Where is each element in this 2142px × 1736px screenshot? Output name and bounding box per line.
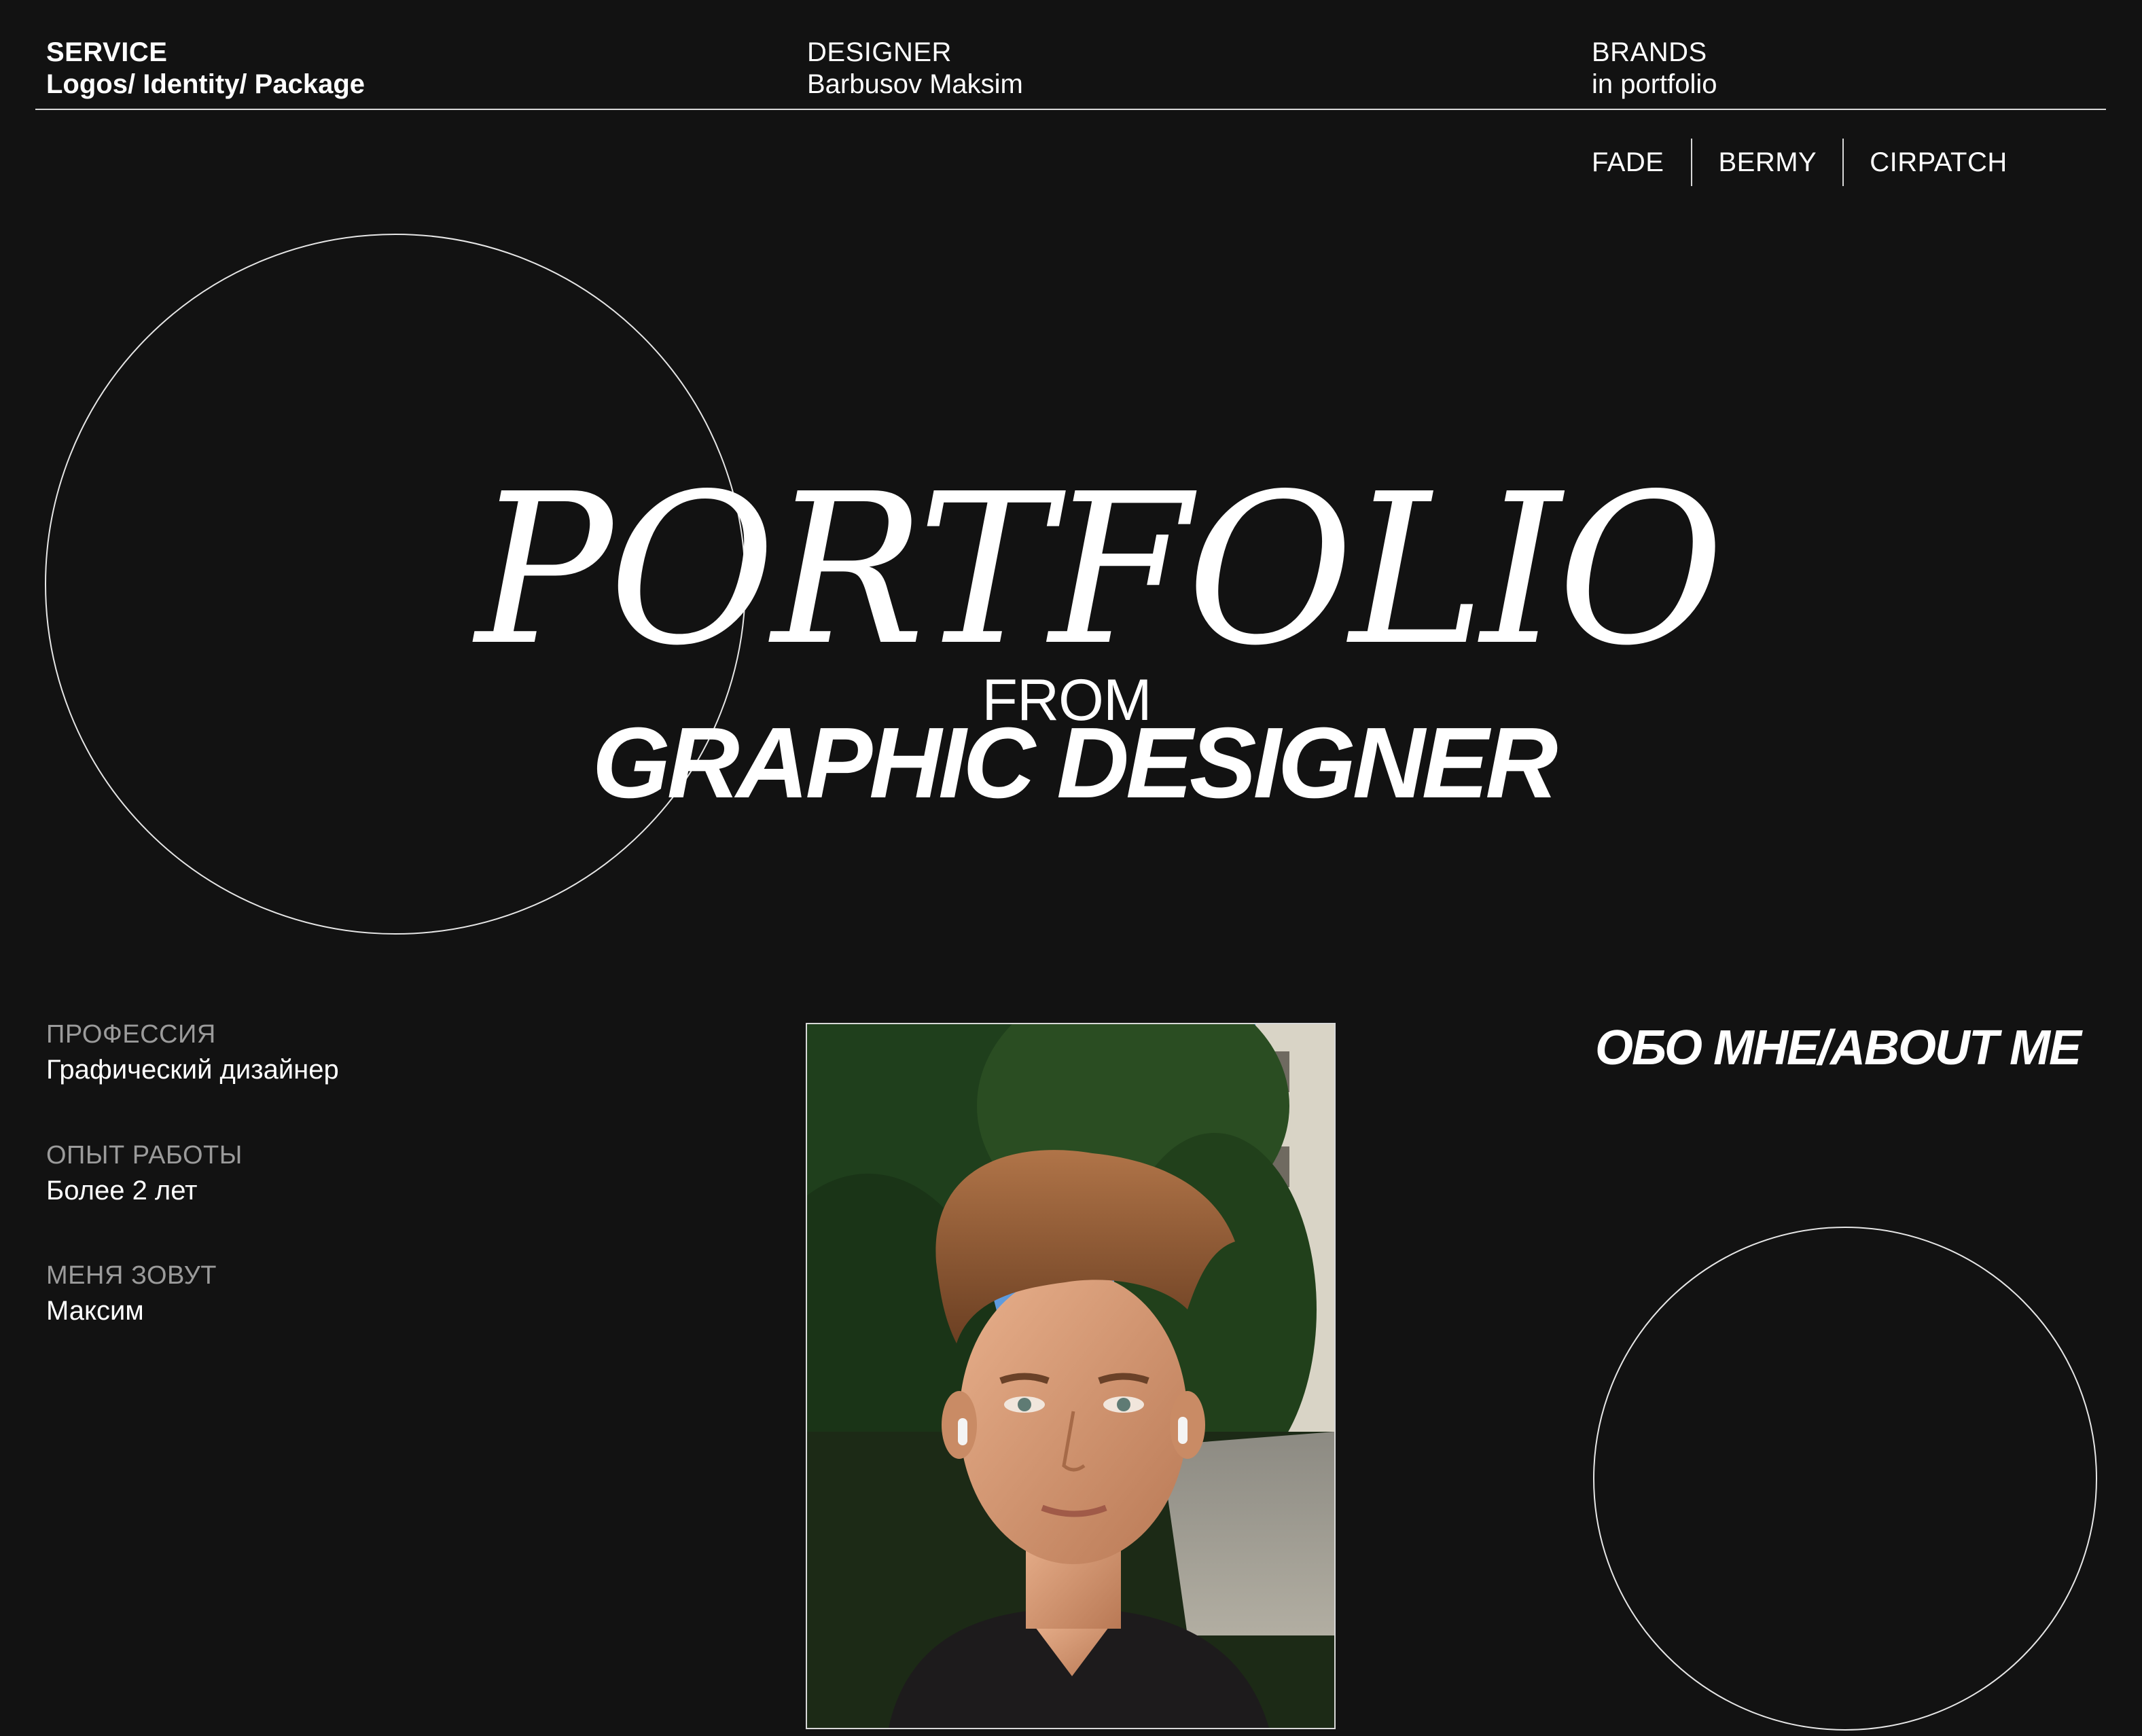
- info-name: МЕНЯ ЗОВУТ Максим: [46, 1261, 217, 1326]
- service-value: Logos/ Identity/ Package: [46, 69, 365, 100]
- info-value: Графический дизайнер: [46, 1055, 339, 1085]
- hero-portfolio-word: PORTFOLIO: [476, 449, 1724, 691]
- designer-value: Barbusov Maksim: [807, 69, 1023, 100]
- brand-link-bermy[interactable]: BERMY: [1692, 139, 1842, 186]
- info-value: Более 2 лет: [46, 1176, 198, 1206]
- info-experience: ОПЫТ РАБОТЫ Более 2 лет: [46, 1141, 243, 1206]
- hero-role: GRAPHIC DESIGNER: [592, 707, 1558, 819]
- header-service: SERVICE Logos/ Identity/ Package: [46, 37, 365, 101]
- info-value: Максим: [46, 1296, 144, 1326]
- header-divider: [35, 109, 2106, 110]
- designer-title: DESIGNER: [807, 37, 952, 67]
- decorative-circle-small: [1593, 1227, 2097, 1731]
- brands-title: BRANDS: [1592, 37, 1707, 67]
- brands-value: in portfolio: [1592, 69, 1717, 100]
- info-label: МЕНЯ ЗОВУТ: [46, 1261, 217, 1290]
- header-brands: BRANDS in portfolio: [1592, 37, 1717, 101]
- portrait-photo: [806, 1023, 1336, 1729]
- brands-nav: FADE BERMY CIRPATCH: [1592, 139, 2007, 186]
- header-designer: DESIGNER Barbusov Maksim: [807, 37, 1023, 101]
- service-title: SERVICE: [46, 37, 168, 67]
- brand-link-fade[interactable]: FADE: [1592, 139, 1691, 186]
- about-heading: ОБО МНЕ/ABOUT ME: [1595, 1021, 2082, 1075]
- info-label: ПРОФЕССИЯ: [46, 1020, 216, 1049]
- info-label: ОПЫТ РАБОТЫ: [46, 1141, 243, 1170]
- info-profession: ПРОФЕССИЯ Графический дизайнер: [46, 1020, 339, 1085]
- brand-link-cirpatch[interactable]: CIRPATCH: [1844, 139, 2007, 186]
